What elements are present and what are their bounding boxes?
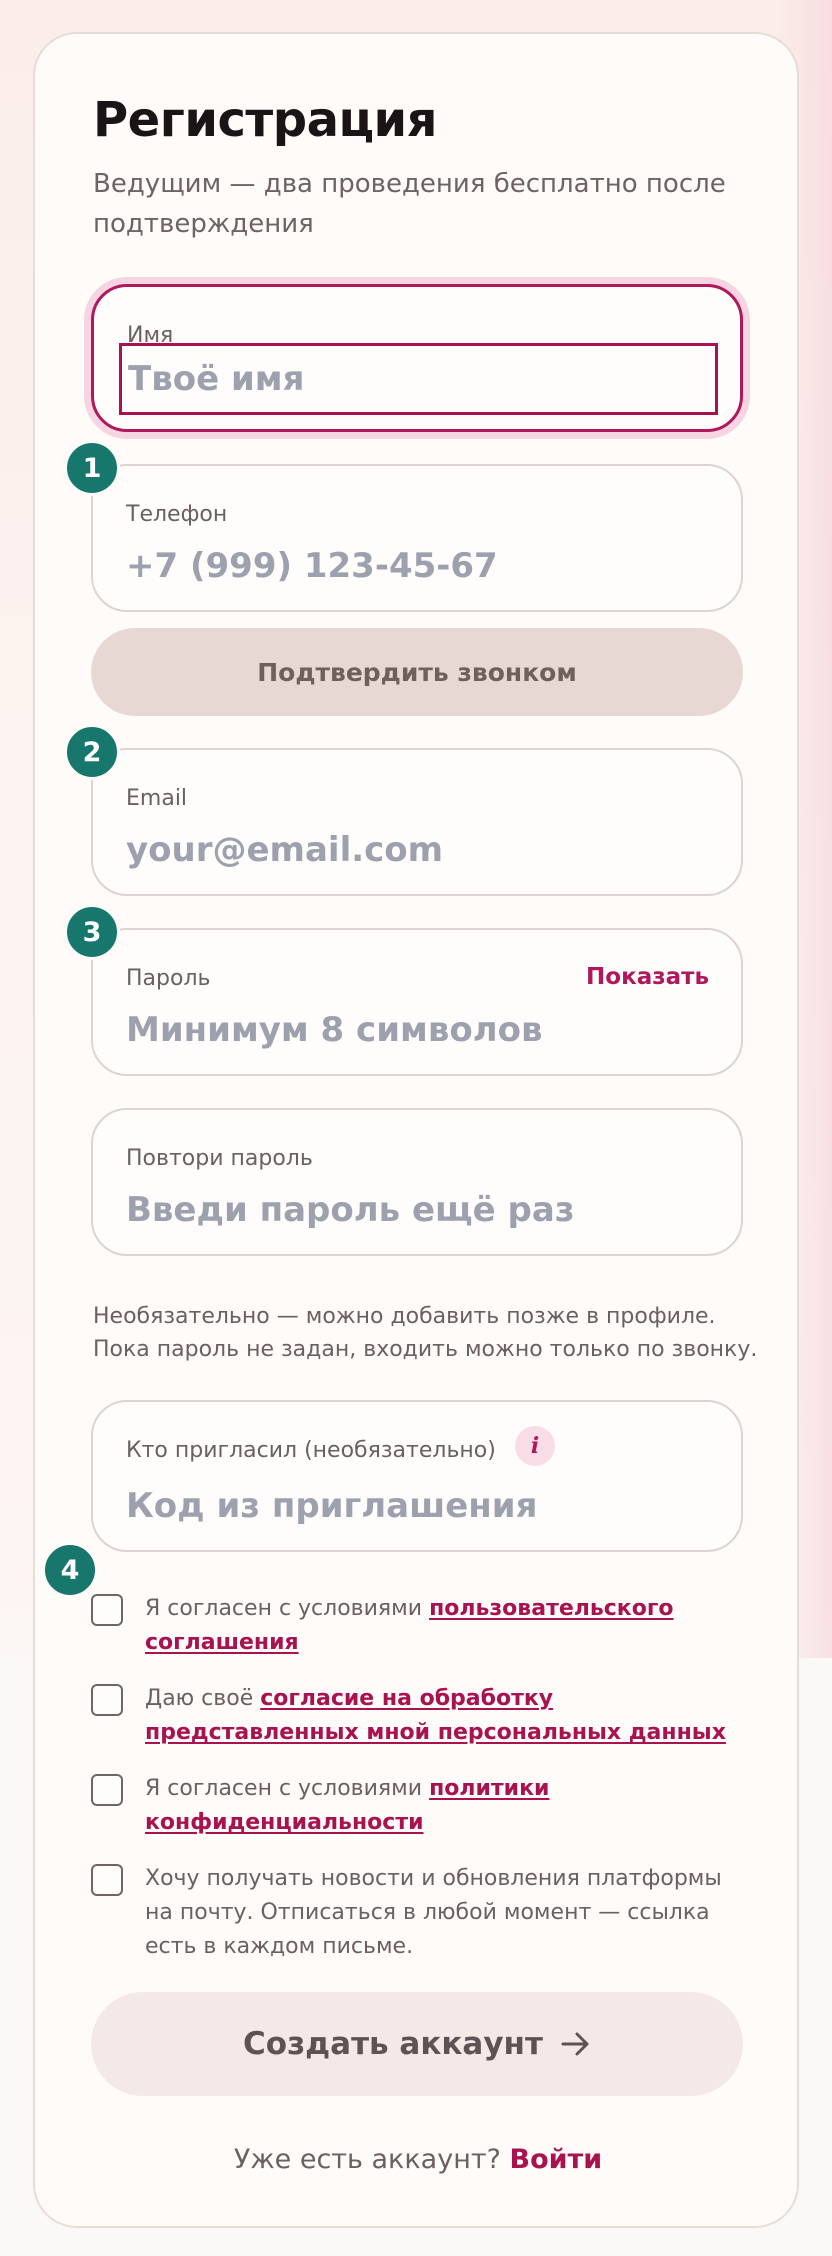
step-badge-1: 1 <box>64 440 120 496</box>
create-account-button[interactable]: Создать аккаунт <box>91 1992 743 2096</box>
phone-field[interactable]: Телефон <box>91 464 743 612</box>
login-link[interactable]: Войти <box>510 2144 603 2175</box>
consent-privacy-prefix: Я согласен с условиями <box>145 1776 430 1801</box>
consent-newsletter-text: Хочу получать новости и обновления платф… <box>145 1866 722 1959</box>
step-badge-3: 3 <box>64 904 120 960</box>
create-account-label: Создать аккаунт <box>243 2026 543 2062</box>
consent-privacy[interactable]: Я согласен с условиями политики конфиден… <box>91 1772 745 1840</box>
phone-input[interactable] <box>126 542 716 590</box>
consent-terms-prefix: Я согласен с условиями <box>145 1596 430 1621</box>
page-title: Регистрация <box>93 92 438 148</box>
email-label: Email <box>126 786 188 811</box>
consent-terms-text: Я согласен с условиями пользовательского… <box>145 1592 745 1660</box>
arrow-right-icon <box>561 2031 591 2057</box>
page-subtitle: Ведущим — два проведения бесплатно после… <box>93 169 726 239</box>
invite-input[interactable] <box>126 1482 716 1530</box>
login-row: Уже есть аккаунт? Войти <box>35 2144 801 2175</box>
login-prompt: Уже есть аккаунт? <box>233 2144 510 2175</box>
phone-label: Телефон <box>126 502 228 527</box>
password-repeat-input[interactable] <box>126 1186 716 1234</box>
show-password-button[interactable]: Показать <box>586 956 709 998</box>
name-input[interactable] <box>119 343 718 415</box>
info-icon[interactable]: i <box>515 1426 555 1466</box>
terms-checkbox[interactable] <box>91 1594 123 1626</box>
step-badge-2: 2 <box>64 724 120 780</box>
consent-personal-data[interactable]: Даю своё согласие на обработку представл… <box>91 1682 745 1750</box>
password-repeat-field[interactable]: Повтори пароль <box>91 1108 743 1256</box>
invite-label: Кто пригласил (необязательно) <box>126 1438 496 1463</box>
password-field[interactable]: Пароль Показать <box>91 928 743 1076</box>
consent-personal-data-text: Даю своё согласие на обработку представл… <box>145 1682 745 1750</box>
registration-card: Регистрация Ведущим — два проведения бес… <box>33 32 799 2228</box>
consent-personal-data-prefix: Даю своё <box>145 1686 261 1711</box>
privacy-checkbox[interactable] <box>91 1774 123 1806</box>
step-badge-4: 4 <box>42 1542 98 1598</box>
personal-data-checkbox[interactable] <box>91 1684 123 1716</box>
password-label: Пароль <box>126 966 211 991</box>
invite-field[interactable]: Кто пригласил (необязательно) i <box>91 1400 743 1552</box>
password-repeat-label: Повтори пароль <box>126 1146 313 1171</box>
password-input[interactable] <box>126 1006 716 1054</box>
name-field[interactable]: Имя <box>91 284 743 432</box>
consent-newsletter[interactable]: Хочу получать новости и обновления платф… <box>91 1862 745 1964</box>
email-input[interactable] <box>126 826 716 874</box>
password-hint: Необязательно — можно добавить позже в п… <box>93 1304 758 1362</box>
email-field[interactable]: Email <box>91 748 743 896</box>
newsletter-checkbox[interactable] <box>91 1864 123 1896</box>
consent-terms[interactable]: Я согласен с условиями пользовательского… <box>91 1592 745 1660</box>
confirm-by-call-button[interactable]: Подтвердить звонком <box>91 628 743 716</box>
consent-privacy-text: Я согласен с условиями политики конфиден… <box>145 1772 745 1840</box>
